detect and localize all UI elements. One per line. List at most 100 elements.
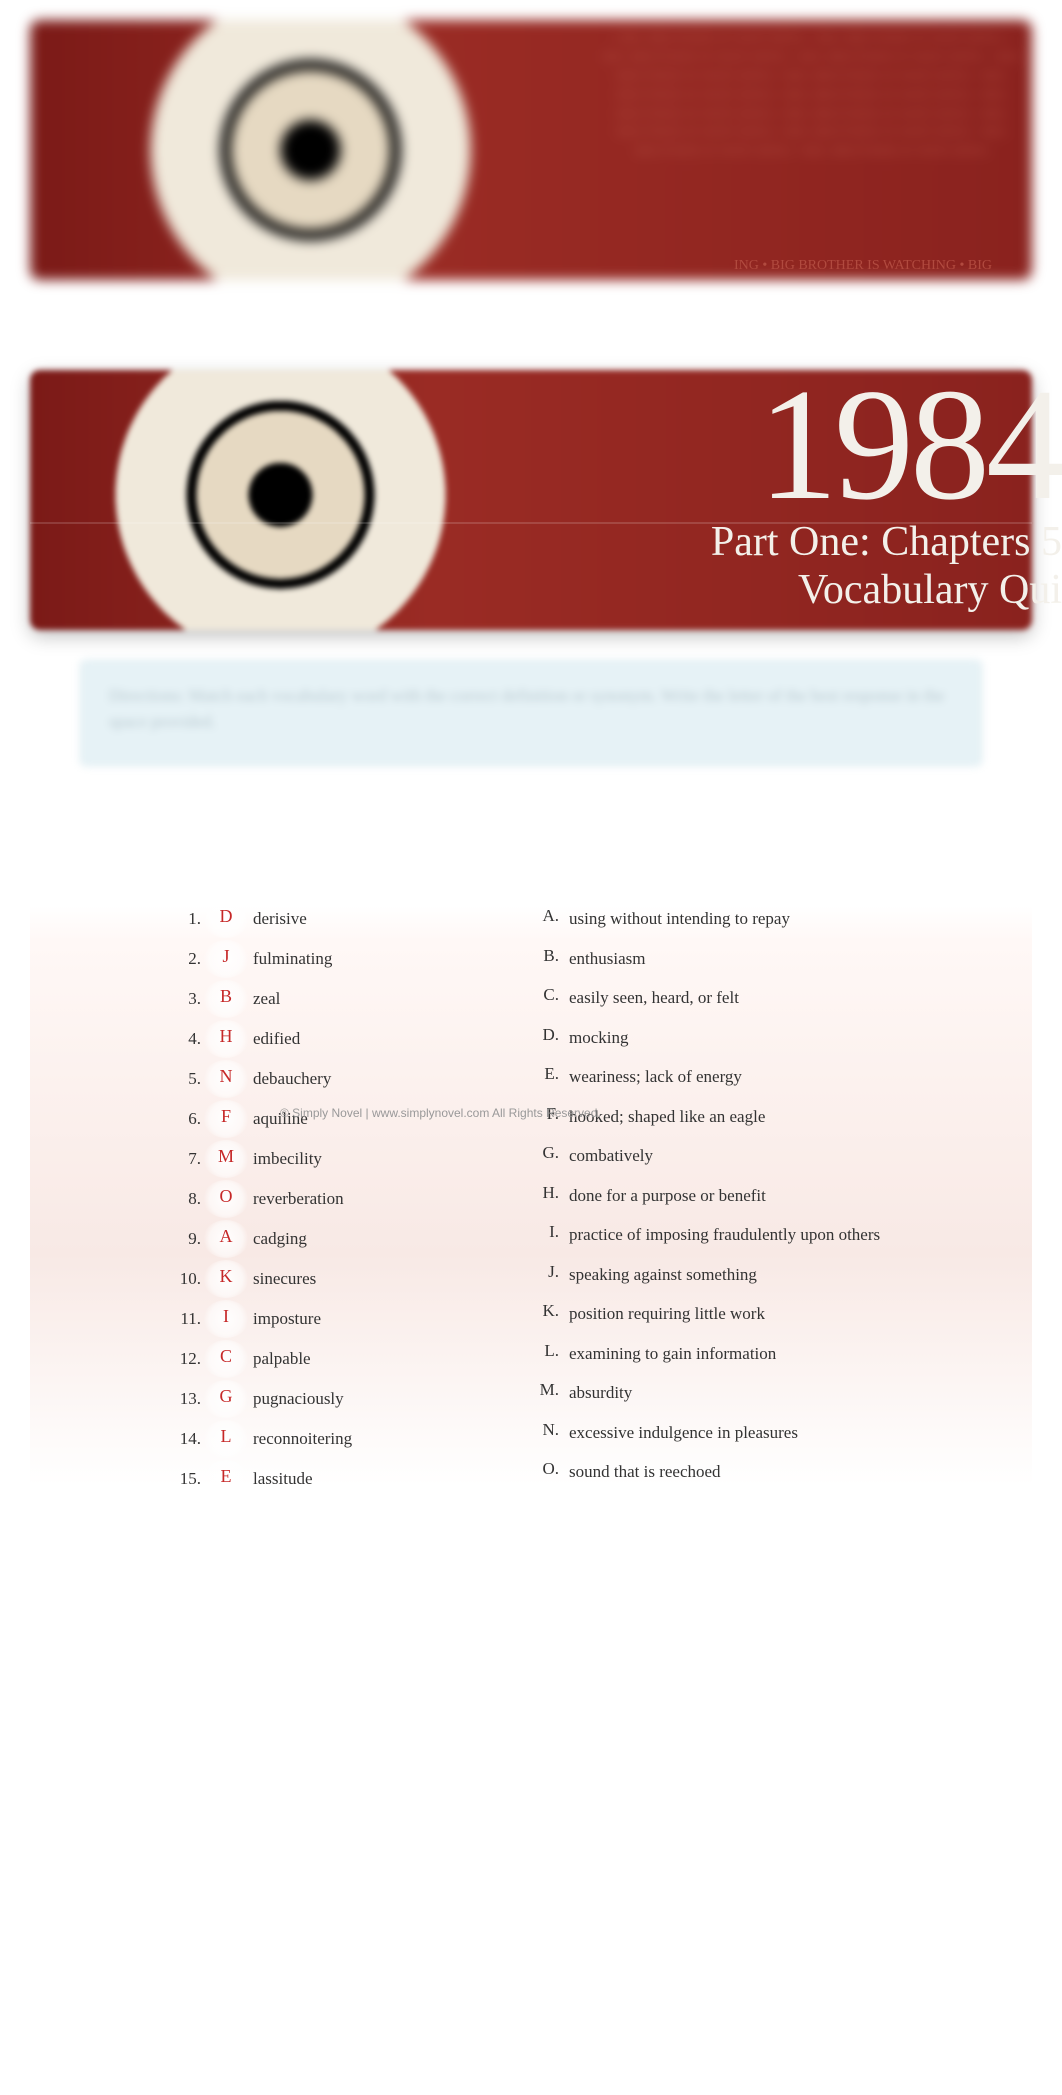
big-brother-text-tail: ING • BIG BROTHER IS WATCHING • BIG <box>734 258 992 274</box>
vocab-answer: M <box>209 1146 243 1172</box>
vocab-word: zeal <box>253 989 280 1009</box>
vocab-row: 1. Dderisive <box>171 906 471 932</box>
vocab-number: 10. <box>171 1269 201 1289</box>
vocab-answer: H <box>209 1026 243 1052</box>
subtitle-line-1: Part One: Chapters 5 <box>711 519 1062 565</box>
vocab-number: 12. <box>171 1349 201 1369</box>
definition-letter: N. <box>531 1420 559 1440</box>
definition-letter: A. <box>531 906 559 926</box>
vocab-answer: L <box>209 1426 243 1452</box>
definition-text: absurdity <box>569 1380 891 1406</box>
definition-row: E.weariness; lack of energy <box>531 1064 891 1090</box>
vocab-row: 9.Acadging <box>171 1226 471 1252</box>
vocab-number: 13. <box>171 1389 201 1409</box>
hero-subtitle: Part One: Chapters 5 Vocabulary Qui <box>711 518 1062 615</box>
definition-letter: B. <box>531 946 559 966</box>
vocab-number: 3. <box>171 989 201 1009</box>
vocab-row: 12. Cpalpable <box>171 1346 471 1372</box>
definition-text: excessive indulgence in pleasures <box>569 1420 891 1446</box>
definition-row: H. done for a purpose or benefit <box>531 1183 891 1209</box>
vocab-number: 5. <box>171 1069 201 1089</box>
vocab-answer: D <box>209 906 243 932</box>
definition-text: enthusiasm <box>569 946 891 972</box>
definition-row: G.combatively <box>531 1143 891 1169</box>
vocab-word: lassitude <box>253 1469 313 1489</box>
definition-text: mocking <box>569 1025 891 1051</box>
vocab-number: 4. <box>171 1029 201 1049</box>
hero-header: 1984 Part One: Chapters 5 Vocabulary Qui <box>30 370 1032 630</box>
vocab-answer: I <box>209 1306 243 1332</box>
definition-text: using without intending to repay <box>569 906 891 932</box>
definition-row: C. easily seen, heard, or felt <box>531 985 891 1011</box>
definition-text: position requiring little work <box>569 1301 891 1327</box>
vocab-word: derisive <box>253 909 307 929</box>
vocab-answer: C <box>209 1346 243 1372</box>
vocab-word: edified <box>253 1029 300 1049</box>
definition-text: done for a purpose or benefit <box>569 1183 891 1209</box>
definition-letter: O. <box>531 1459 559 1479</box>
vocab-answer: K <box>209 1266 243 1292</box>
definition-text: practice of imposing fraudulently upon o… <box>569 1222 891 1248</box>
vocab-number: 8. <box>171 1189 201 1209</box>
vocab-word: palpable <box>253 1349 311 1369</box>
vocab-row: 8. Oreverberation <box>171 1186 471 1212</box>
vocab-number: 11. <box>171 1309 201 1329</box>
vocab-number: 7. <box>171 1149 201 1169</box>
vocab-word: cadging <box>253 1229 307 1249</box>
definition-letter: D. <box>531 1025 559 1045</box>
vocab-row: 2. Jfulminating <box>171 946 471 972</box>
directions-text: Directions: Match each vocabulary word w… <box>109 686 945 731</box>
vocab-word: imbecility <box>253 1149 322 1169</box>
vocab-answer: B <box>209 986 243 1012</box>
vocab-row: 13. Gpugnaciously <box>171 1386 471 1412</box>
definition-text: combatively <box>569 1143 891 1169</box>
definition-row: M. absurdity <box>531 1380 891 1406</box>
vocab-word: reverberation <box>253 1189 344 1209</box>
definition-text: speaking against something <box>569 1262 891 1288</box>
definition-row: D. mocking <box>531 1025 891 1051</box>
definition-row: N. excessive indulgence in pleasures <box>531 1420 891 1446</box>
vocab-number: 6. <box>171 1109 201 1129</box>
vocab-word: imposture <box>253 1309 321 1329</box>
vocab-word: pugnaciously <box>253 1389 344 1409</box>
vocab-word: reconnoitering <box>253 1429 352 1449</box>
definition-text: easily seen, heard, or felt <box>569 985 891 1011</box>
subtitle-line-2: Vocabulary Qui <box>798 567 1062 613</box>
definition-letter: K. <box>531 1301 559 1321</box>
definition-row: I. practice of imposing fraudulently upon… <box>531 1222 891 1248</box>
vocab-answer: O <box>209 1186 243 1212</box>
definition-row: O. sound that is reechoed <box>531 1459 891 1485</box>
definitions-column: A. using without intending to repay B. enth… <box>531 906 891 1506</box>
definition-text: sound that is reechoed <box>569 1459 891 1485</box>
definition-row: K. position requiring little work <box>531 1301 891 1327</box>
vocab-number: 2. <box>171 949 201 969</box>
vocab-word: fulminating <box>253 949 332 969</box>
definition-row: J.speaking against something <box>531 1262 891 1288</box>
definition-letter: H. <box>531 1183 559 1203</box>
vocab-answer: N <box>209 1066 243 1092</box>
big-brother-text: • BIG BROTHER IS WATCHING • BIG BROTHER … <box>602 30 1022 162</box>
vocab-answer: E <box>209 1466 243 1492</box>
definition-letter: I. <box>531 1222 559 1242</box>
vocab-word: debauchery <box>253 1069 331 1089</box>
vocab-row: 4. Hedified <box>171 1026 471 1052</box>
definition-row: A. using without intending to repay <box>531 906 891 932</box>
vocab-number: 15. <box>171 1469 201 1489</box>
vocab-answer: J <box>209 946 243 972</box>
definition-letter: C. <box>531 985 559 1005</box>
vocab-row: 15. Elassitude <box>171 1466 471 1492</box>
vocab-answer: G <box>209 1386 243 1412</box>
definition-letter: M. <box>531 1380 559 1400</box>
vocab-row: 14.Lreconnoitering <box>171 1426 471 1452</box>
definition-text: examining to gain information <box>569 1341 891 1367</box>
definition-row: L. examining to gain information <box>531 1341 891 1367</box>
definition-text: hooked; shaped like an eagle <box>569 1104 891 1130</box>
vocab-number: 9. <box>171 1229 201 1249</box>
definition-letter: L. <box>531 1341 559 1361</box>
title-1984: 1984 <box>758 364 1062 524</box>
vocab-word: sinecures <box>253 1269 316 1289</box>
vocab-answer: F <box>209 1106 243 1132</box>
vocab-row: 5. Ndebauchery <box>171 1066 471 1092</box>
vocab-words-column: 1. Dderisive 2. Jfulminating 3. Bzeal 4. Hedifi… <box>171 906 471 1506</box>
vocab-number: 1. <box>171 909 201 929</box>
